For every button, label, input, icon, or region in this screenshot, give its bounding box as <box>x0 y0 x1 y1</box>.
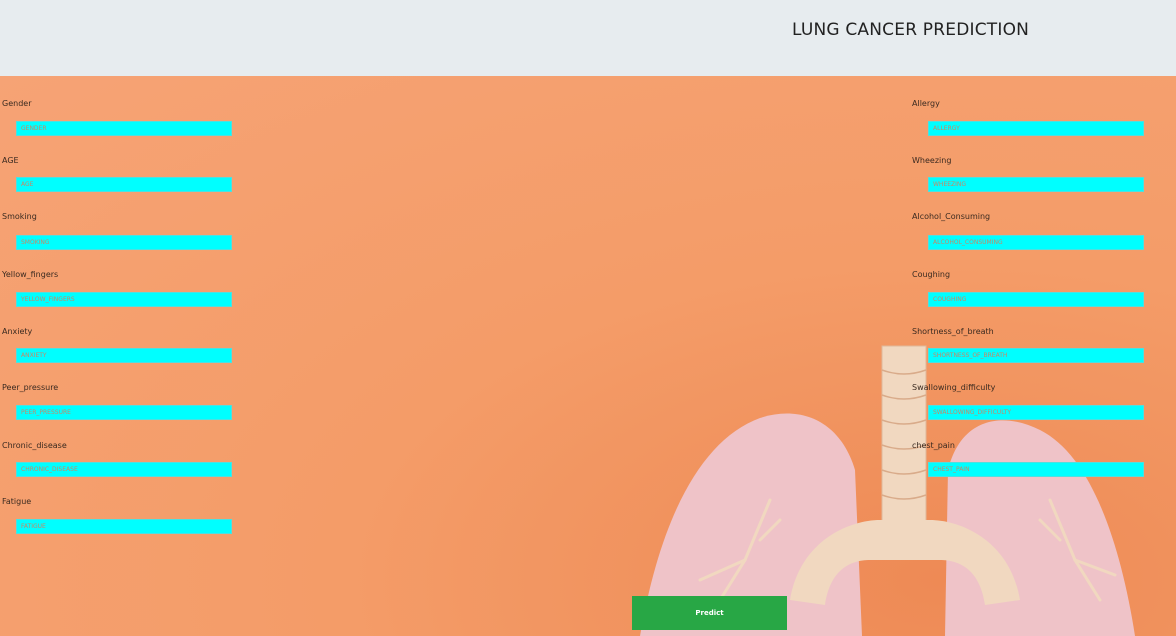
predict-button[interactable]: Predict <box>632 596 787 630</box>
age-label: AGE <box>2 156 19 165</box>
peer-pressure-label: Peer_pressure <box>2 383 59 392</box>
yellow-fingers-input[interactable] <box>16 292 232 307</box>
wheezing-label: Wheezing <box>912 156 952 165</box>
anxiety-label: Anxiety <box>2 327 33 336</box>
gender-input[interactable] <box>16 121 232 136</box>
chronic-disease-input[interactable] <box>16 462 232 477</box>
chronic-disease-label: Chronic_disease <box>2 441 67 450</box>
yellow-fingers-label: Yellow_fingers <box>2 270 59 279</box>
page-title: LUNG CANCER PREDICTION <box>792 20 1030 40</box>
gender-label: Gender <box>2 99 32 108</box>
shortness-of-breath-input[interactable] <box>928 348 1144 363</box>
header-bar: LUNG CANCER PREDICTION <box>0 0 1176 76</box>
fatigue-input[interactable] <box>16 519 232 534</box>
anxiety-input[interactable] <box>16 348 232 363</box>
peer-pressure-input[interactable] <box>16 405 232 420</box>
wheezing-input[interactable] <box>928 177 1144 192</box>
chest-pain-input[interactable] <box>928 462 1144 477</box>
coughing-label: Coughing <box>912 270 951 279</box>
swallowing-difficulty-label: Swallowing_difficulty <box>912 383 996 392</box>
shortness-of-breath-label: Shortness_of_breath <box>912 327 994 336</box>
allergy-input[interactable] <box>928 121 1144 136</box>
allergy-label: Allergy <box>912 99 940 108</box>
fatigue-label: Fatigue <box>2 497 32 506</box>
chest-pain-label: chest_pain <box>912 441 955 450</box>
alcohol-consuming-input[interactable] <box>928 235 1144 250</box>
alcohol-consuming-label: Alcohol_Consuming <box>912 212 991 221</box>
age-input[interactable] <box>16 177 232 192</box>
smoking-input[interactable] <box>16 235 232 250</box>
smoking-label: Smoking <box>2 212 37 221</box>
swallowing-difficulty-input[interactable] <box>928 405 1144 420</box>
coughing-input[interactable] <box>928 292 1144 307</box>
